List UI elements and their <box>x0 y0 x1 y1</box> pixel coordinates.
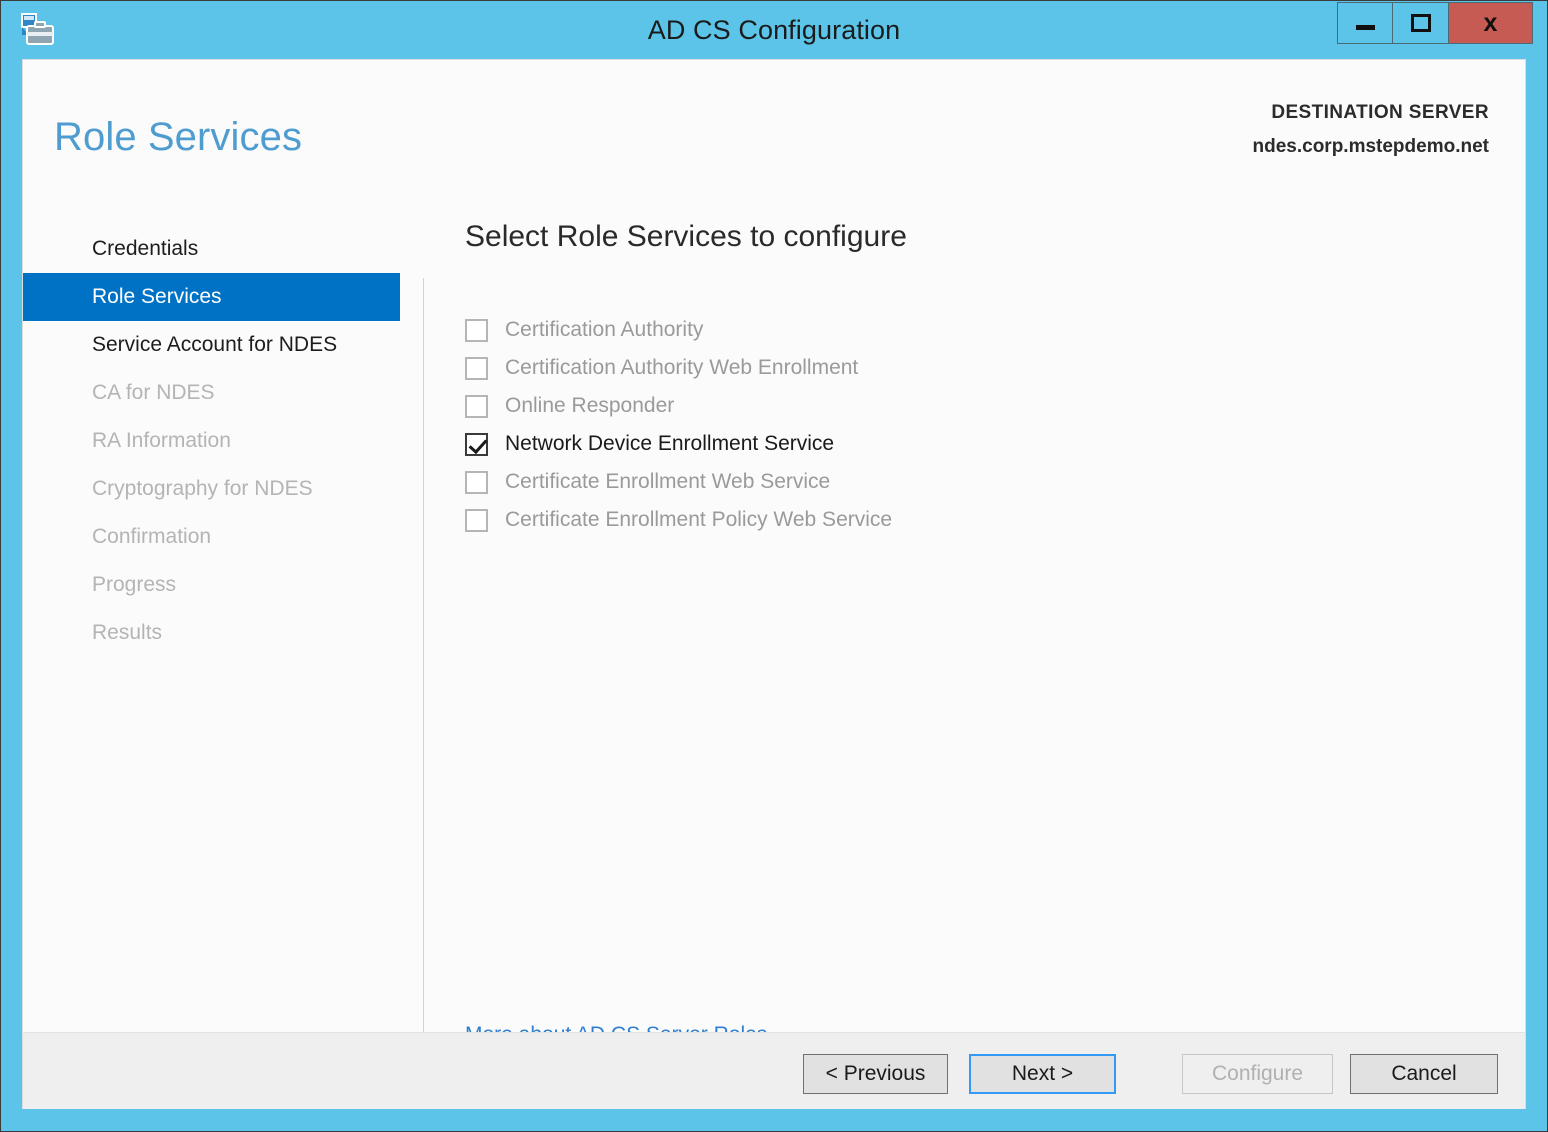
checkbox-certification-authority-web-enrollment <box>465 357 488 380</box>
checkbox-certificate-enrollment-policy-web-service <box>465 509 488 532</box>
checkbox-certification-authority <box>465 319 488 342</box>
close-icon: x <box>1484 11 1498 36</box>
role-service-label: Certification Authority Web Enrollment <box>505 356 858 380</box>
page-title: Role Services <box>54 115 302 160</box>
maximize-button[interactable] <box>1393 2 1449 44</box>
role-service-row-certification-authority: Certification Authority <box>465 311 1494 349</box>
wizard-page: Role Services DESTINATION SERVER ndes.co… <box>22 59 1526 1109</box>
role-service-row-online-responder: Online Responder <box>465 387 1494 425</box>
ad-cs-configuration-window: AD CS Configuration x Role Services DEST… <box>0 0 1548 1132</box>
content-heading: Select Role Services to configure <box>465 220 1494 254</box>
sidebar-content-divider <box>423 278 424 1050</box>
checkbox-online-responder <box>465 395 488 418</box>
sidebar-item-confirmation: Confirmation <box>23 513 400 561</box>
sidebar-item-results: Results <box>23 609 400 657</box>
destination-server-label: DESTINATION SERVER <box>1253 102 1490 124</box>
role-service-row-certificate-enrollment-web-service: Certificate Enrollment Web Service <box>465 463 1494 501</box>
minimize-icon <box>1356 25 1375 30</box>
sidebar-item-service-account-for-ndes[interactable]: Service Account for NDES <box>23 321 400 369</box>
role-service-row-certification-authority-web-enrollment: Certification Authority Web Enrollment <box>465 349 1494 387</box>
sidebar-item-credentials[interactable]: Credentials <box>23 225 400 273</box>
minimize-button[interactable] <box>1337 2 1393 44</box>
wizard-footer: < Previous Next > Configure Cancel <box>22 1032 1526 1109</box>
sidebar-item-ca-for-ndes: CA for NDES <box>23 369 400 417</box>
role-service-label: Network Device Enrollment Service <box>505 432 834 456</box>
checkbox-network-device-enrollment-service[interactable] <box>465 433 488 456</box>
sidebar-item-role-services[interactable]: Role Services <box>23 273 400 321</box>
role-service-row-certificate-enrollment-policy-web-service: Certificate Enrollment Policy Web Servic… <box>465 501 1494 539</box>
previous-button[interactable]: < Previous <box>803 1054 948 1094</box>
destination-server-block: DESTINATION SERVER ndes.corp.mstepdemo.n… <box>1253 102 1490 158</box>
role-service-label: Certification Authority <box>505 318 703 342</box>
destination-server-name: ndes.corp.mstepdemo.net <box>1253 136 1490 158</box>
content-pane: Select Role Services to configure Certif… <box>444 220 1494 539</box>
role-service-label: Certificate Enrollment Web Service <box>505 470 830 494</box>
configure-button: Configure <box>1182 1054 1333 1094</box>
cancel-button[interactable]: Cancel <box>1350 1054 1498 1094</box>
maximize-icon <box>1411 14 1431 32</box>
close-button[interactable]: x <box>1449 2 1533 44</box>
window-title: AD CS Configuration <box>1 15 1547 46</box>
role-service-row-network-device-enrollment-service[interactable]: Network Device Enrollment Service <box>465 425 1494 463</box>
checkbox-certificate-enrollment-web-service <box>465 471 488 494</box>
wizard-steps-sidebar: Credentials Role Services Service Accoun… <box>23 225 400 657</box>
sidebar-item-cryptography-for-ndes: Cryptography for NDES <box>23 465 400 513</box>
next-button[interactable]: Next > <box>969 1054 1116 1094</box>
role-service-label: Certificate Enrollment Policy Web Servic… <box>505 508 892 532</box>
title-bar: AD CS Configuration x <box>1 1 1547 61</box>
sidebar-item-ra-information: RA Information <box>23 417 400 465</box>
role-service-label: Online Responder <box>505 394 674 418</box>
role-services-checkbox-list: Certification Authority Certification Au… <box>465 311 1494 539</box>
sidebar-item-progress: Progress <box>23 561 400 609</box>
